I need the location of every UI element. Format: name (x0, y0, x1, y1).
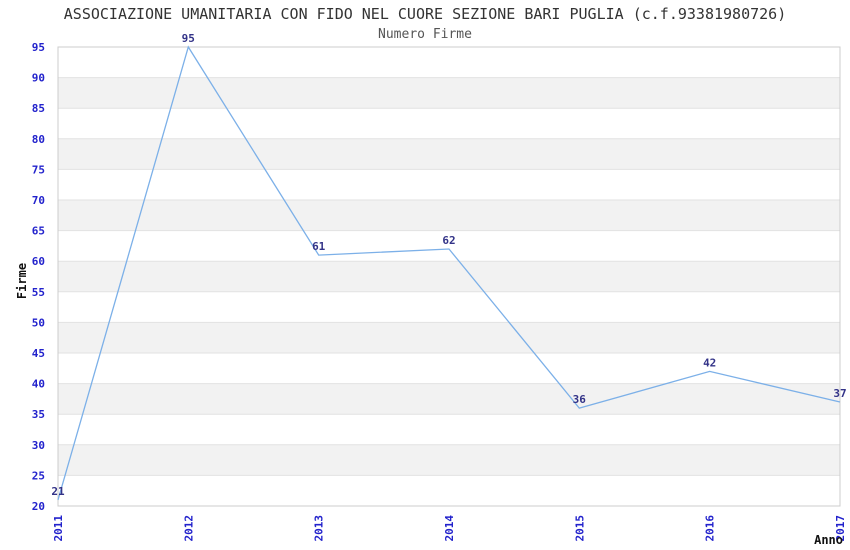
plot-band (58, 108, 840, 139)
y-tick-label: 45 (32, 347, 45, 360)
value-label: 21 (51, 485, 65, 498)
y-tick-label: 40 (32, 378, 45, 391)
value-label: 42 (703, 356, 716, 369)
y-tick-label: 35 (32, 408, 45, 421)
value-label: 36 (573, 393, 587, 406)
plot-band (58, 414, 840, 445)
plot-band (58, 138, 840, 170)
plot-band (58, 383, 840, 415)
x-tick-label: 2012 (182, 515, 195, 542)
plot-band (58, 47, 840, 78)
x-tick-label: 2014 (443, 515, 456, 542)
y-tick-label: 75 (32, 163, 45, 176)
x-tick-label: 2016 (704, 515, 717, 542)
value-label: 95 (182, 32, 195, 45)
x-axis-title: Anno (814, 533, 843, 547)
value-label: 61 (312, 240, 326, 253)
value-label: 62 (442, 234, 455, 247)
y-tick-label: 90 (32, 72, 45, 85)
x-tick-label: 2015 (573, 515, 586, 542)
y-tick-label: 30 (32, 439, 45, 452)
y-tick-label: 55 (32, 286, 45, 299)
y-axis-title: Firme (15, 262, 29, 300)
y-tick-label: 95 (32, 41, 45, 54)
y-tick-label: 80 (32, 133, 45, 146)
x-tick-label: 2011 (52, 515, 65, 542)
y-tick-label: 70 (32, 194, 45, 207)
plot-band (58, 322, 840, 353)
line-chart-plot: 21 95 61 62 36 42 37 20 25 30 35 40 45 50 55 60 65 70 75 80… (32, 32, 847, 542)
y-tick-label: 60 (32, 255, 45, 268)
plot-band (58, 353, 840, 384)
plot-band (58, 291, 840, 323)
y-tick-label: 85 (32, 102, 45, 115)
plot-band (58, 261, 840, 292)
y-tick-label: 65 (32, 225, 45, 238)
y-tick-label: 50 (32, 316, 45, 329)
chart-canvas: ASSOCIAZIONE UMANITARIA CON FIDO NEL CUO… (0, 0, 850, 550)
y-tick-label: 20 (32, 500, 45, 513)
plot-band (58, 444, 840, 476)
plot-band (58, 475, 840, 506)
x-tick-label: 2013 (313, 515, 326, 542)
value-label: 37 (833, 387, 846, 400)
y-tick-label: 25 (32, 469, 45, 482)
plot-band (58, 169, 840, 200)
plot-band (58, 200, 840, 231)
